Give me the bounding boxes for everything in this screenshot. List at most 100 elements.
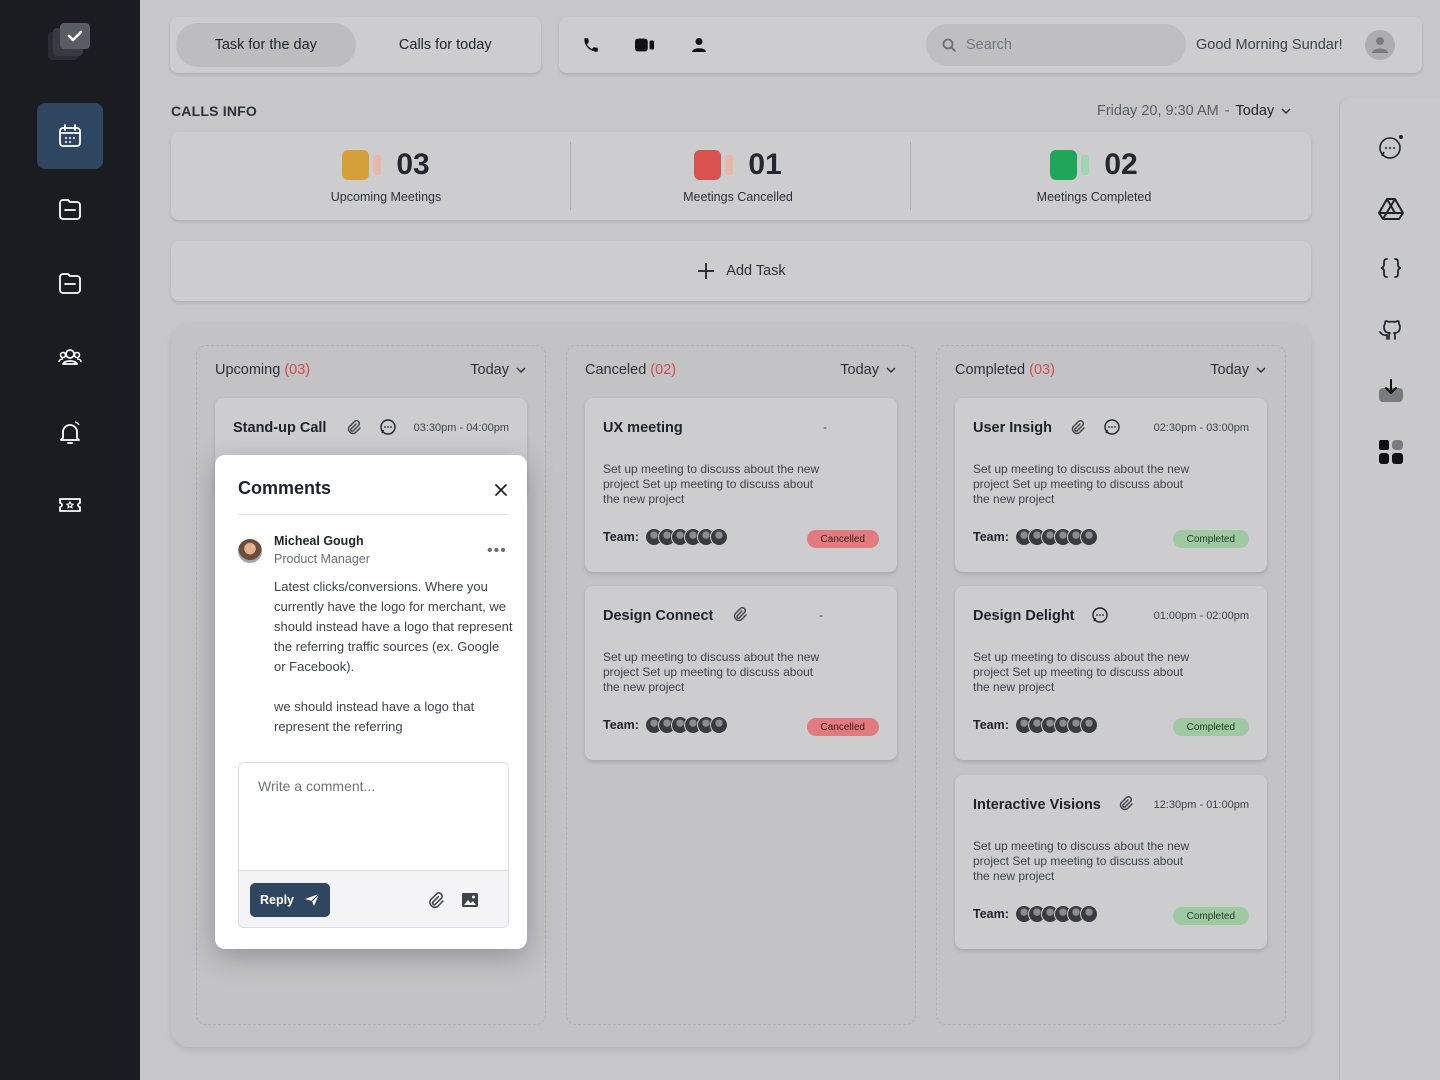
more-options-icon[interactable]: ••• bbox=[487, 542, 507, 560]
nav-folder-2[interactable] bbox=[37, 250, 103, 316]
column-filter-label: Today bbox=[1210, 362, 1249, 378]
comment-author-role: Product Manager bbox=[274, 552, 370, 566]
nav-team[interactable] bbox=[37, 324, 103, 390]
comment-icon[interactable] bbox=[1091, 606, 1109, 624]
comment-icon[interactable] bbox=[1103, 418, 1121, 436]
card-actions bbox=[1117, 795, 1133, 811]
paperclip-icon[interactable] bbox=[345, 419, 361, 435]
search-bar[interactable] bbox=[926, 24, 1186, 66]
team-icon bbox=[58, 349, 82, 365]
column-title: Upcoming (03) bbox=[215, 362, 310, 378]
card-team: Team: bbox=[973, 716, 1098, 734]
download-icon[interactable] bbox=[1378, 378, 1404, 404]
drive-icon[interactable] bbox=[1378, 195, 1404, 221]
column-count: (03) bbox=[284, 362, 311, 378]
chevron-down-icon bbox=[886, 367, 896, 374]
card-design-delight[interactable]: Design Delight 01:00pm - 02:00pm Set up … bbox=[955, 586, 1267, 760]
folder-icon bbox=[59, 273, 81, 294]
column-filter[interactable]: Today bbox=[840, 362, 897, 378]
date-text: Friday 20, 9:30 AM bbox=[1097, 103, 1219, 119]
card-interactive-visions[interactable]: Interactive Visions 12:30pm - 01:00pm Se… bbox=[955, 775, 1267, 949]
team-label: Team: bbox=[603, 718, 639, 732]
github-icon[interactable] bbox=[1378, 316, 1404, 342]
card-actions bbox=[1069, 418, 1121, 436]
team-avatars bbox=[644, 716, 728, 734]
comment-paragraph: we should instead have a logo that repre… bbox=[274, 699, 475, 734]
video-icon[interactable] bbox=[635, 35, 655, 55]
stat-upcoming-label: Upcoming Meetings bbox=[330, 190, 442, 204]
stat-upcoming: 03 Upcoming Meetings bbox=[251, 132, 521, 220]
tab-calls-for-today[interactable]: Calls for today bbox=[356, 23, 536, 67]
search-input[interactable] bbox=[966, 37, 1166, 53]
comments-popup: Comments Micheal Gough Product Manager •… bbox=[215, 455, 527, 949]
card-team: Team: bbox=[603, 528, 728, 546]
nav-folder-1[interactable] bbox=[37, 176, 103, 242]
date-filter[interactable]: Friday 20, 9:30 AM - Today bbox=[1097, 103, 1292, 119]
chevron-down-icon bbox=[1256, 367, 1266, 374]
cancelled-meeting-icon bbox=[694, 150, 734, 180]
paperclip-icon[interactable] bbox=[731, 606, 747, 622]
card-design-connect[interactable]: Design Connect - Set up meeting to discu… bbox=[585, 586, 897, 760]
user-icon[interactable] bbox=[689, 35, 709, 55]
team-avatars bbox=[644, 528, 728, 546]
status-badge: Completed bbox=[1172, 718, 1249, 736]
card-time: 12:30pm - 01:00pm bbox=[1153, 799, 1249, 811]
team-avatars bbox=[1014, 716, 1098, 734]
card-time-placeholder: - bbox=[823, 420, 827, 434]
card-user-insigh[interactable]: User Insigh 02:30pm - 03:00pm Set up mee… bbox=[955, 398, 1267, 572]
phone-icon[interactable] bbox=[581, 35, 601, 55]
card-team: Team: bbox=[973, 905, 1098, 923]
add-task-button[interactable]: Add Task bbox=[171, 241, 1311, 301]
user-avatar[interactable] bbox=[1365, 30, 1395, 60]
date-separator: - bbox=[1224, 103, 1230, 119]
card-ux-meeting[interactable]: UX meeting - Set up meeting to discuss a… bbox=[585, 398, 897, 572]
card-time-placeholder: - bbox=[819, 608, 823, 622]
card-title: Design Delight bbox=[973, 608, 1075, 624]
card-team: Team: bbox=[603, 716, 728, 734]
comment-icon[interactable] bbox=[379, 418, 397, 436]
card-title: User Insigh bbox=[973, 420, 1052, 436]
composer-toolbar: Reply bbox=[239, 870, 508, 927]
comment-input[interactable] bbox=[239, 763, 508, 870]
code-braces-icon[interactable] bbox=[1378, 255, 1404, 281]
comment-author-name: Micheal Gough bbox=[274, 534, 364, 548]
column-title-text: Canceled bbox=[585, 362, 647, 378]
column-filter[interactable]: Today bbox=[1210, 362, 1267, 378]
stat-upcoming-value: 03 bbox=[396, 148, 430, 181]
reply-button[interactable]: Reply bbox=[250, 883, 330, 917]
card-time: 01:00pm - 02:00pm bbox=[1153, 610, 1249, 622]
image-icon[interactable] bbox=[461, 891, 479, 909]
stat-completed-label: Meetings Completed bbox=[1036, 190, 1152, 204]
column-count: (03) bbox=[1029, 362, 1055, 378]
chat-icon[interactable] bbox=[1378, 134, 1404, 160]
card-description: Set up meeting to discuss about the new … bbox=[973, 462, 1190, 506]
nav-tickets[interactable] bbox=[37, 472, 103, 538]
chevron-down-icon bbox=[516, 367, 526, 374]
status-badge: Cancelled bbox=[806, 718, 879, 736]
nav-calendar[interactable] bbox=[37, 103, 103, 169]
avatar bbox=[1079, 716, 1098, 734]
tab-task-for-the-day[interactable]: Task for the day bbox=[176, 23, 356, 67]
column-count: (02) bbox=[650, 362, 677, 378]
stat-cancelled-value: 01 bbox=[748, 148, 782, 181]
app-logo[interactable] bbox=[48, 22, 92, 62]
nav-notifications[interactable] bbox=[37, 400, 103, 466]
comment-body: Latest clicks/conversions. Where you cur… bbox=[274, 577, 514, 737]
paperclip-icon[interactable] bbox=[1069, 419, 1085, 435]
column-title: Completed (03) bbox=[955, 362, 1055, 378]
ticket-icon bbox=[59, 498, 81, 512]
stat-divider bbox=[570, 142, 571, 210]
stat-cancelled-label: Meetings Cancelled bbox=[683, 190, 793, 204]
card-description: Set up meeting to discuss about the new … bbox=[603, 462, 820, 506]
add-task-label: Add Task bbox=[726, 263, 786, 279]
avatar-icon bbox=[1372, 37, 1388, 53]
comment-composer: Reply bbox=[238, 762, 509, 928]
apps-icon[interactable] bbox=[1378, 439, 1404, 465]
column-filter-label: Today bbox=[840, 362, 879, 378]
column-filter[interactable]: Today bbox=[470, 362, 527, 378]
column-filter-label: Today bbox=[470, 362, 509, 378]
close-icon[interactable] bbox=[493, 482, 509, 498]
paperclip-icon[interactable] bbox=[1117, 795, 1133, 811]
column-title-text: Upcoming bbox=[215, 362, 281, 378]
attach-icon[interactable] bbox=[426, 891, 444, 909]
